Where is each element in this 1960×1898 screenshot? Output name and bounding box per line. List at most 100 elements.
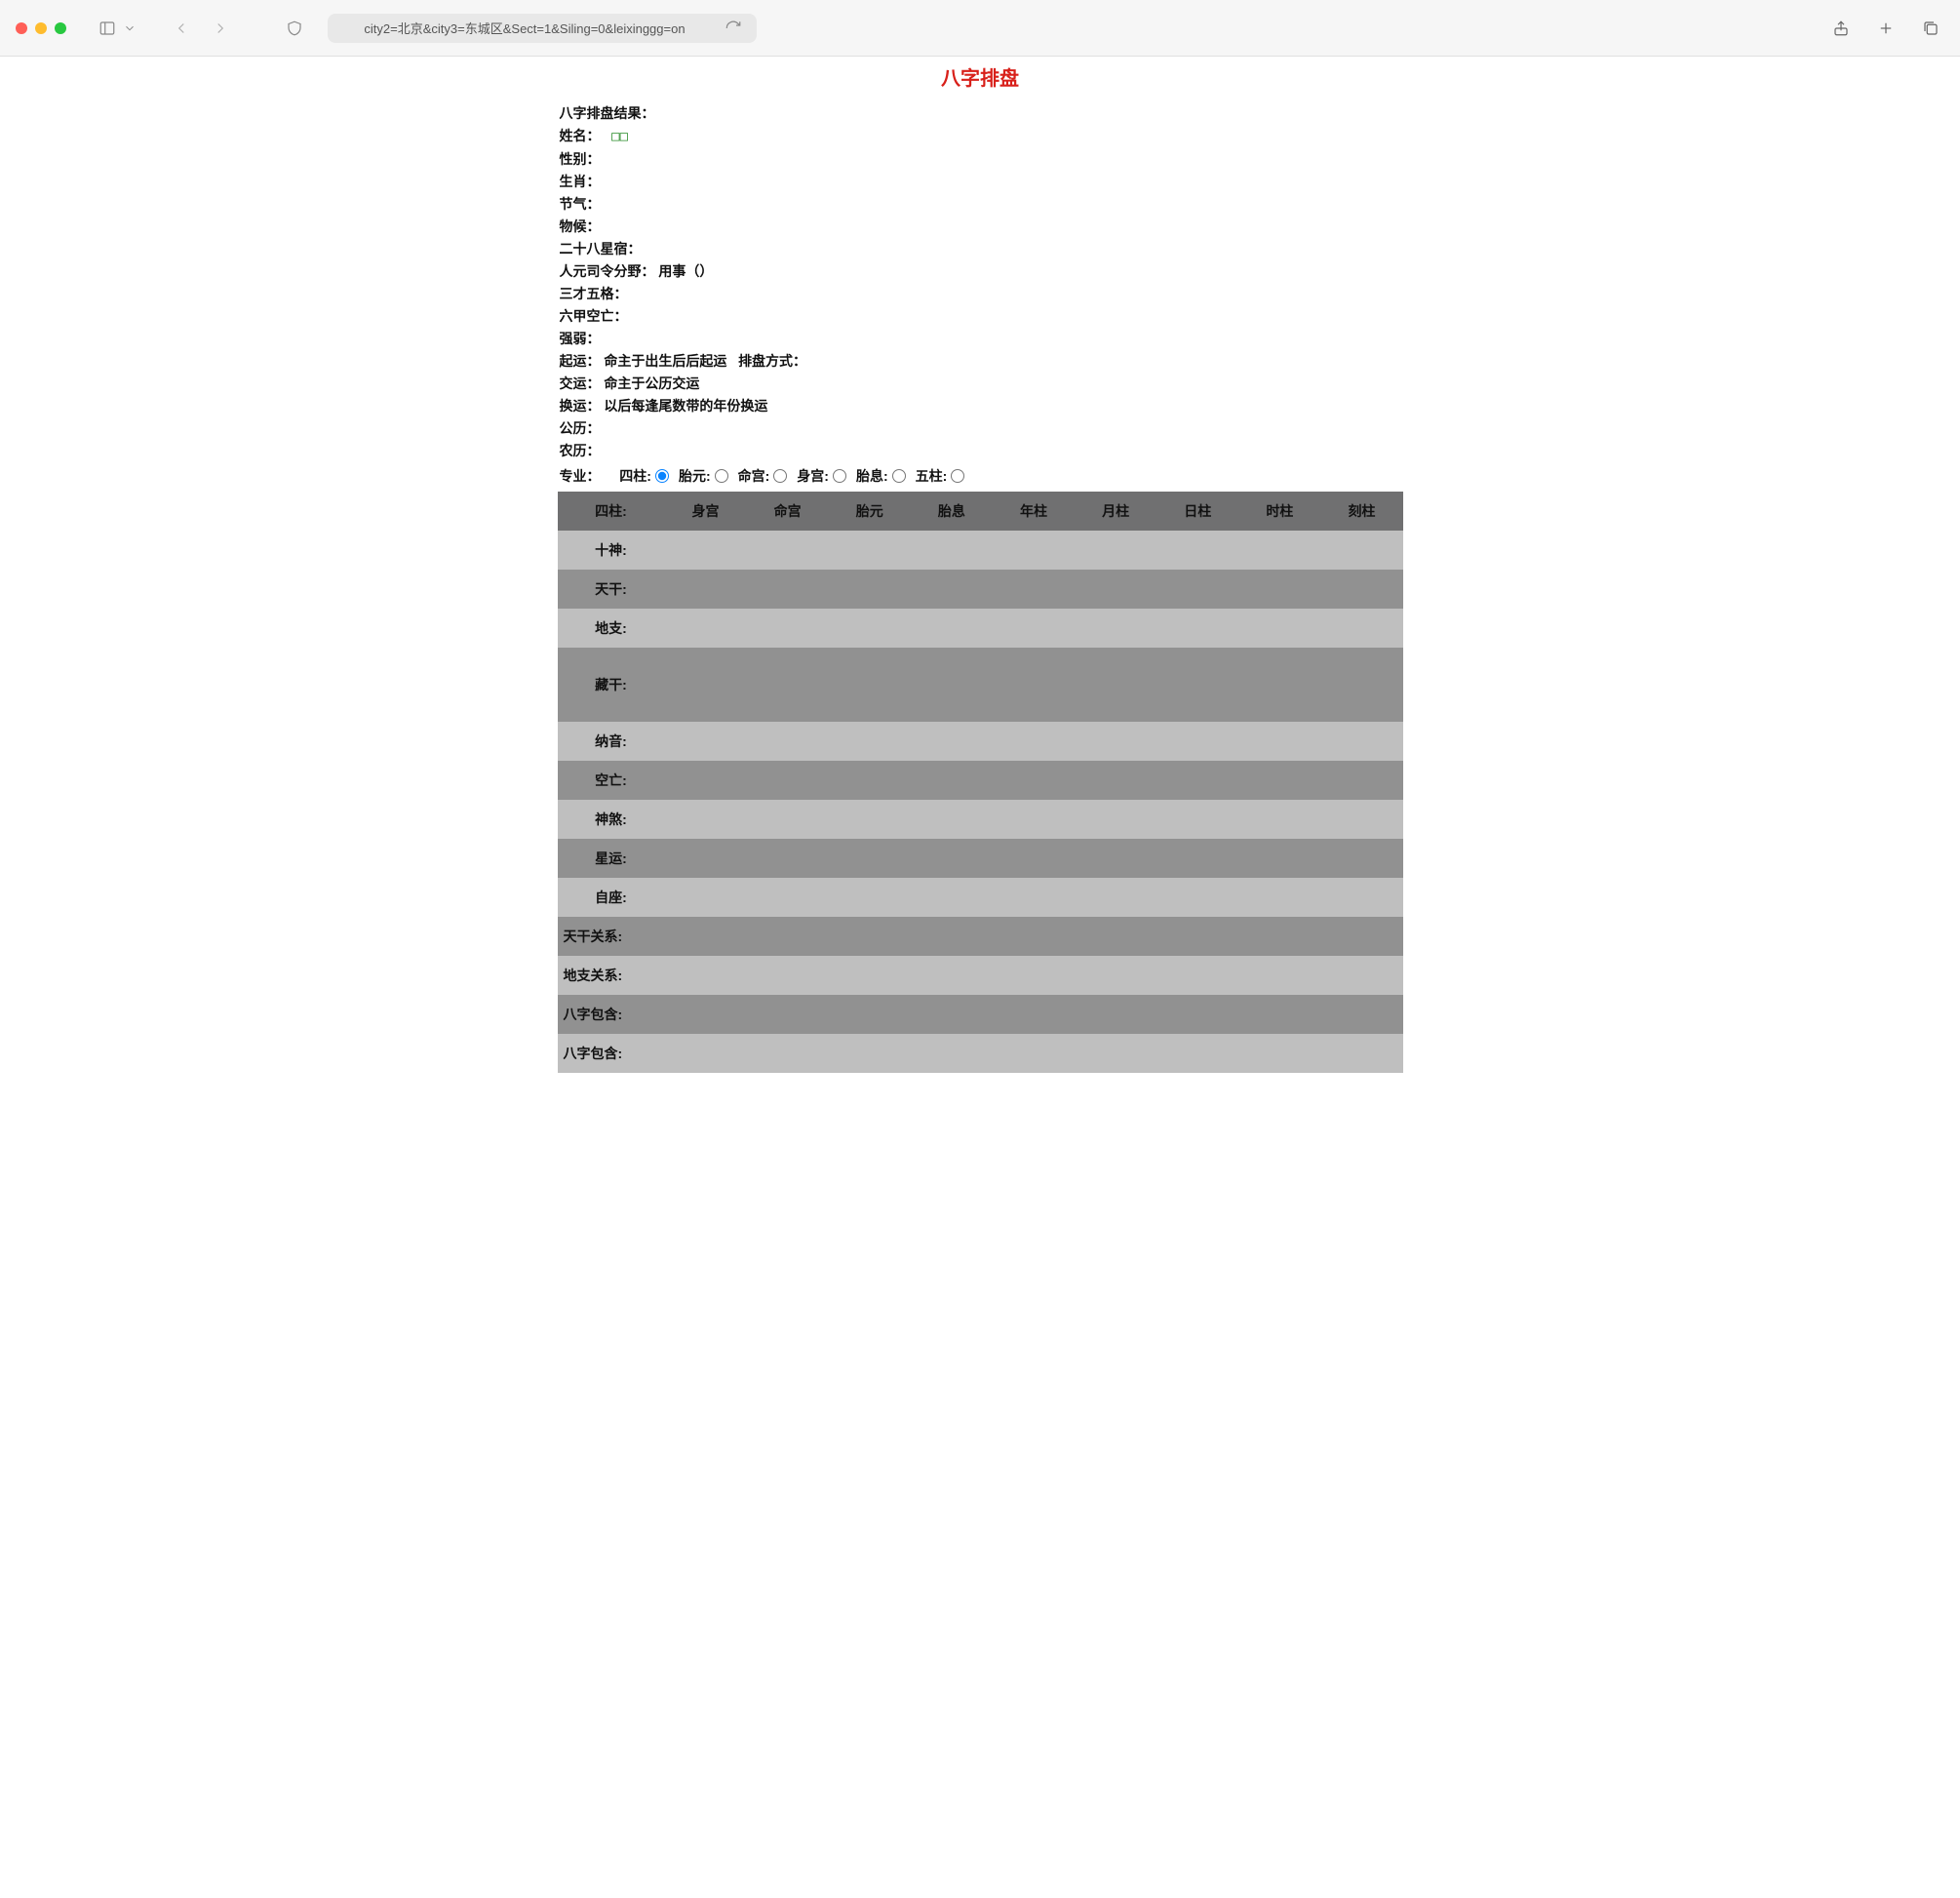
table-cell [1238,570,1320,609]
table-cell [911,878,993,917]
info-liujia: 六甲空亡： [558,305,1403,328]
table-cell [993,648,1075,722]
table-row-label: 八字包含: [558,1034,1403,1073]
table-row: 地支: [558,609,1403,648]
table-header-cell: 命宫 [747,492,829,531]
table-cell [993,800,1075,839]
table-cell [747,609,829,648]
radio-label: 胎元: [679,466,711,486]
radio-input[interactable] [655,469,669,483]
table-header-cell: 四柱: [558,492,665,531]
radio-option[interactable]: 胎息: [856,466,906,486]
chevron-down-icon [123,15,137,42]
toolbar-right [1827,15,1944,42]
page-content: 八字排盘 八字排盘结果： 姓名： □□ 性别： 生肖： 节气： 物候： 二十八星… [558,57,1403,1073]
table-cell [1156,648,1238,722]
bazi-table: 四柱:身宫命宫胎元胎息年柱月柱日柱时柱刻柱十神:天干:地支:藏干:纳音:空亡:神… [558,492,1403,1073]
table-header-cell: 刻柱 [1320,492,1402,531]
table-cell [1320,570,1402,609]
table-cell [665,800,747,839]
address-bar[interactable]: city2=北京&city3=东城区&Sect=1&Siling=0&leixi… [328,14,757,43]
table-cell [911,570,993,609]
table-cell [993,531,1075,570]
table-cell [993,878,1075,917]
radio-input[interactable] [773,469,787,483]
forward-button[interactable] [207,15,234,42]
table-cell [665,648,747,722]
radio-input[interactable] [951,469,964,483]
radio-label: 身宫: [797,466,829,486]
table-cell [1320,531,1402,570]
table-cell [1320,800,1402,839]
table-cell [829,722,911,761]
table-row: 天干关系: [558,917,1403,956]
radio-option[interactable]: 胎元: [679,466,728,486]
reload-button[interactable] [720,15,747,42]
table-cell [911,800,993,839]
radio-option[interactable]: 命宫: [738,466,788,486]
table-cell [1320,878,1402,917]
table-cell [1320,839,1402,878]
huanyun-value: 以后每逢尾数带的年份换运 [604,398,767,414]
privacy-shield-icon[interactable] [281,15,308,42]
info-result: 八字排盘结果： [558,102,1403,125]
table-cell [911,722,993,761]
table-header-cell: 日柱 [1156,492,1238,531]
info-jiaoyun: 交运： 命主于公历交运 [558,373,1403,395]
table-cell [829,609,911,648]
share-button[interactable] [1827,15,1855,42]
table-cell [1156,878,1238,917]
table-cell [1156,570,1238,609]
radio-input[interactable] [892,469,906,483]
table-header-cell: 胎元 [829,492,911,531]
renyuan-label: 人元司令分野： [560,263,655,279]
back-button[interactable] [168,15,195,42]
table-cell [1238,839,1320,878]
nav-arrows [168,15,234,42]
table-cell [1075,839,1156,878]
table-row-label: 星运: [558,839,665,878]
radio-group: 专业： 四柱:胎元:命宫:身宫:胎息:五柱: [558,462,1403,492]
new-tab-button[interactable] [1872,15,1900,42]
info-gender: 性别： [558,148,1403,171]
page-title: 八字排盘 [558,62,1403,91]
table-row: 藏干: [558,648,1403,722]
table-cell [747,878,829,917]
table-cell [829,839,911,878]
table-cell [829,531,911,570]
radio-option[interactable]: 五柱: [916,466,965,486]
table-cell [665,722,747,761]
radio-input[interactable] [833,469,846,483]
table-cell [1075,609,1156,648]
table-cell [1156,800,1238,839]
minimize-window-button[interactable] [35,22,47,34]
table-cell [747,839,829,878]
qiyun-value: 命主于出生后后起运 [604,353,726,369]
tabs-overview-button[interactable] [1917,15,1944,42]
table-cell [993,761,1075,800]
table-cell [1156,761,1238,800]
table-cell [911,531,993,570]
table-cell [1156,722,1238,761]
radio-input[interactable] [715,469,728,483]
table-cell [1075,570,1156,609]
table-row: 天干: [558,570,1403,609]
close-window-button[interactable] [16,22,27,34]
table-cell [665,761,747,800]
info-jieqi: 节气： [558,193,1403,216]
table-cell [1156,531,1238,570]
radio-option[interactable]: 四柱: [619,466,669,486]
table-row: 纳音: [558,722,1403,761]
maximize-window-button[interactable] [55,22,66,34]
qiyun-label: 起运： [560,353,601,369]
table-cell [747,570,829,609]
table-cell [1320,761,1402,800]
table-cell [1075,648,1156,722]
table-cell [829,878,911,917]
table-cell [1320,609,1402,648]
table-cell [1320,722,1402,761]
radio-option[interactable]: 身宫: [797,466,846,486]
sidebar-toggle[interactable] [94,15,137,42]
table-cell [747,648,829,722]
info-constellation28: 二十八星宿： [558,238,1403,260]
